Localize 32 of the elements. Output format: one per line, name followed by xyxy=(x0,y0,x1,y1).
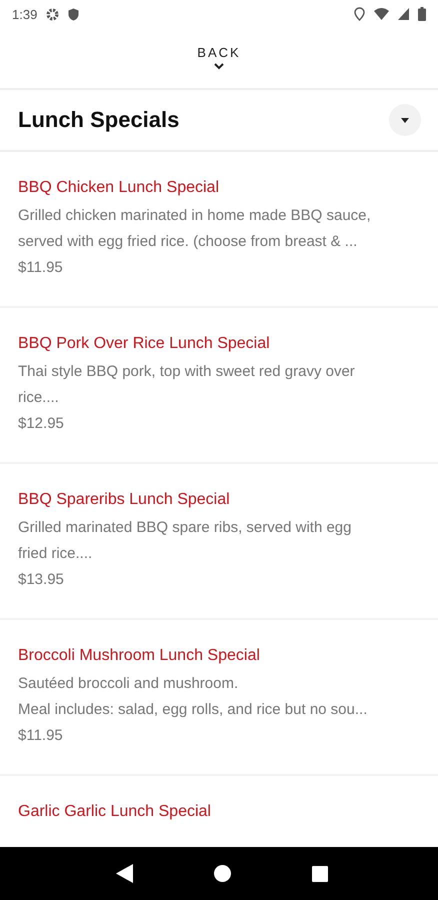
item-description: Grilled chicken marinated in home made BBQ sauce, served with egg fried rice. (choose from breast & ... xyxy=(18,206,371,252)
item-description: Sautéed broccoli and mushroom. Meal includes: salad, egg rolls, and rice but no sou... xyxy=(18,674,368,720)
wifi-icon xyxy=(374,8,389,20)
item-price: $13.95 xyxy=(18,570,64,590)
gear-icon xyxy=(46,8,60,20)
status-time: 1:39 xyxy=(12,6,38,22)
chevron-down-icon xyxy=(214,63,224,70)
shield-icon xyxy=(68,8,80,20)
item-name: Broccoli Mushroom Lunch Special xyxy=(18,646,260,666)
recents-icon[interactable] xyxy=(312,866,328,882)
item-name: BBQ Chicken Lunch Special xyxy=(18,178,219,198)
item-price: $11.95 xyxy=(18,726,63,746)
item-description: Thai style BBQ pork, top with sweet red gravy over rice.... xyxy=(18,362,355,408)
item-price: $11.95 xyxy=(18,258,63,278)
menu-item[interactable]: BBQ Chicken Lunch Special Grilled chicken marinated in home made BBQ sauce, served with egg fried rice. (choose from breast & ... $11.95 xyxy=(0,152,438,308)
item-price: $12.95 xyxy=(18,414,64,434)
back-icon[interactable] xyxy=(116,864,132,883)
back-button[interactable]: BACK xyxy=(191,43,247,72)
home-icon[interactable] xyxy=(214,865,230,882)
menu-item[interactable]: Broccoli Mushroom Lunch Special Sautéed broccoli and mushroom. Meal includes: salad, egg rolls, and rice but no sou... $11.95 xyxy=(0,620,438,776)
battery-icon xyxy=(418,7,426,21)
collapse-button[interactable] xyxy=(389,104,421,136)
item-name: BBQ Spareribs Lunch Special xyxy=(18,490,230,510)
item-description: Grilled marinated BBQ spare ribs, served with egg fried rice.... xyxy=(18,518,352,564)
caret-icon xyxy=(401,118,409,122)
location-icon xyxy=(354,7,365,21)
item-name: BBQ Pork Over Rice Lunch Special xyxy=(18,334,270,354)
signal-icon xyxy=(398,8,409,20)
item-name: Garlic Garlic Lunch Special xyxy=(18,802,211,822)
menu-item[interactable]: BBQ Spareribs Lunch Special Grilled marinated BBQ spare ribs, served with egg fried rice.... $13.95 xyxy=(0,464,438,620)
menu-item[interactable]: BBQ Pork Over Rice Lunch Special Thai style BBQ pork, top with sweet red gravy over rice.... $12.95 xyxy=(0,308,438,464)
section-title: Lunch Specials xyxy=(18,107,180,133)
